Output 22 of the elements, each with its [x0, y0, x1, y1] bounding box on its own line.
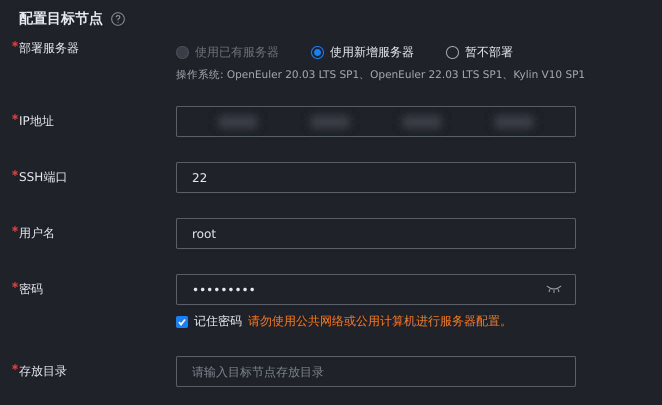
field-label: SSH端口 [19, 169, 68, 186]
os-hint: 操作系统: OpenEuler 20.03 LTS SP1、OpenEuler 22.03 LTS SP1、Kylin V10 SP1 [176, 68, 586, 82]
radio-icon[interactable] [446, 46, 459, 58]
radio-option[interactable]: 使用新增服务器 [311, 44, 414, 60]
text-input-field[interactable]: 22 [176, 162, 576, 193]
ip-input-field[interactable] [176, 106, 576, 137]
checkbox-label: 记住密码 [194, 313, 242, 330]
radio-icon[interactable] [311, 46, 324, 58]
text-input-field[interactable]: 请输入目标节点存放目录 [176, 356, 576, 387]
field-label: 部署服务器 [19, 40, 79, 56]
eye-closed-icon[interactable] [546, 285, 562, 293]
help-icon[interactable] [111, 12, 125, 26]
field-label: IP地址 [19, 113, 54, 130]
warning-text: 请勿使用公共网络或公用计算机进行服务器配置。 [248, 313, 512, 330]
radio-option[interactable]: 暂不部署 [446, 44, 513, 60]
field-label: 用户名 [19, 225, 55, 242]
checkbox[interactable] [176, 316, 188, 328]
password-field[interactable]: ••••••••• [176, 274, 576, 305]
section-title: 配置目标节点 [19, 10, 103, 28]
field-label: 存放目录 [19, 363, 67, 380]
text-input-field[interactable]: root [176, 218, 576, 249]
field-label: 密码 [19, 281, 43, 298]
